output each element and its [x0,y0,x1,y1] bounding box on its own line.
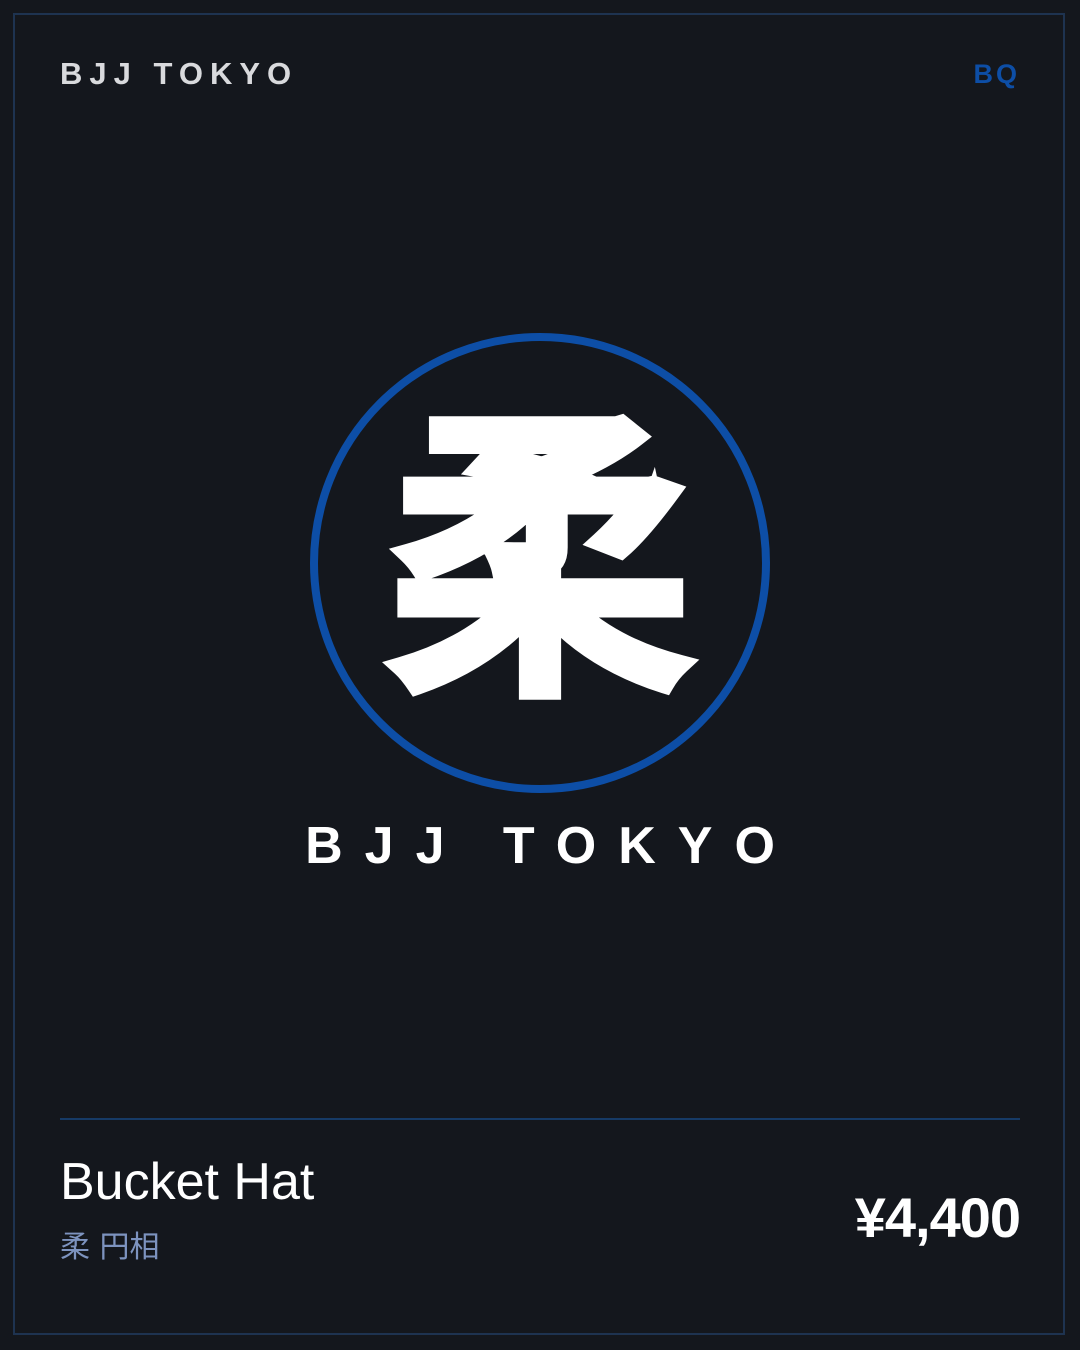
product-price: ¥4,400 [854,1186,1021,1249]
product-card [13,13,1065,1335]
brand-name: BJJ TOKYO [60,56,299,91]
product-name: Bucket Hat [60,1153,315,1211]
product-code: BQ [973,59,1020,89]
product-subtitle: 柔 円相 [60,1230,160,1265]
divider [60,1118,1020,1120]
